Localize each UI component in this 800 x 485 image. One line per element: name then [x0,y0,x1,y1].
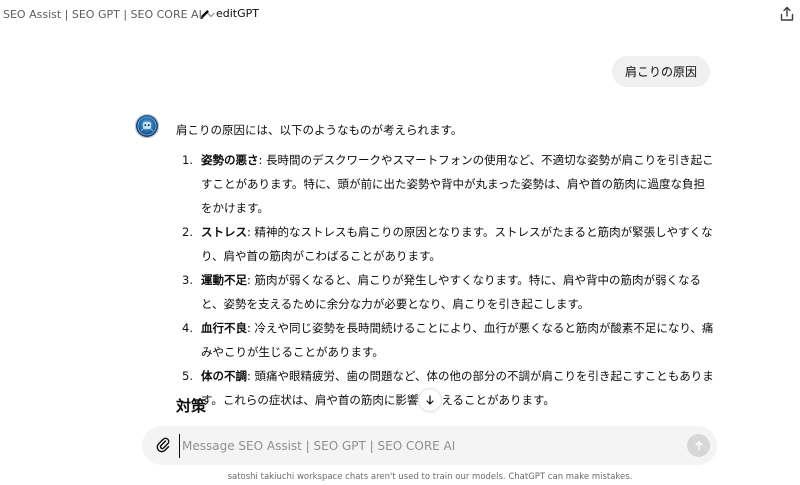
list-number: 1. [182,153,193,167]
message-input[interactable] [179,434,684,458]
list-text: : 長時間のデスクワークやスマートフォンの使用など、不適切な姿勢が肩こりを引き起… [201,153,714,215]
list-item: 4. 血行不良: 冷えや同じ姿勢を長時間続けることにより、血行が悪くなると筋肉が… [176,316,716,364]
user-message-text: 肩こりの原因 [624,65,697,79]
list-number: 5. [182,369,193,383]
pencil-icon [200,9,209,19]
gpt-avatar [135,114,159,138]
list-item: 2. ストレス: 精神的なストレスも肩こりの原因となります。ストレスがたまると筋… [176,220,716,268]
list-item: 3. 運動不足: 筋肉が弱くなると、肩こりが発生しやすくなります。特に、肩や背中… [176,268,716,316]
edit-gpt-button[interactable]: editGPT [199,7,259,20]
list-text: : 冷えや同じ姿勢を長時間続けることにより、血行が悪くなると筋肉が酸素不足になり… [201,321,714,359]
list-item: 5. 体の不調: 頭痛や眼精疲労、歯の問題など、体の他の部分の不調が肩こりを引き… [176,364,716,412]
list-term: 血行不良 [201,321,247,335]
list-term: 姿勢の悪さ [201,153,259,167]
user-message: 肩こりの原因 [611,56,710,87]
robot-logo-icon [137,116,157,136]
causes-list: 1. 姿勢の悪さ: 長時間のデスクワークやスマートフォンの使用など、不適切な姿勢… [176,148,716,412]
arrow-up-icon [694,440,703,451]
edit-gpt-label: editGPT [216,7,259,20]
list-term: 体の不調 [201,369,247,383]
list-item: 1. 姿勢の悪さ: 長時間のデスクワークやスマートフォンの使用など、不適切な姿勢… [176,148,716,220]
list-number: 2. [182,225,193,239]
arrow-down-icon [426,395,434,405]
list-text: : 精神的なストレスも肩こりの原因となります。ストレスがたまると筋肉が緊張しやす… [201,225,713,263]
list-term: 運動不足 [201,273,247,287]
list-number: 3. [182,273,193,287]
model-name: SEO Assist | SEO GPT | SEO CORE AI [3,8,202,21]
answer-intro: 肩こりの原因には、以下のようなものが考えられます。 [176,123,463,137]
list-number: 4. [182,321,193,335]
section-heading: 対策 [176,397,207,415]
top-bar: SEO Assist | SEO GPT | SEO CORE AI editG… [0,0,800,30]
scroll-to-bottom-button[interactable] [418,388,442,412]
message-composer [142,426,717,465]
assistant-message: 肩こりの原因には、以下のようなものが考えられます。 1. 姿勢の悪さ: 長時間の… [176,118,716,412]
paperclip-icon[interactable] [154,436,172,454]
list-text: : 頭痛や眼精疲労、歯の問題など、体の他の部分の不調が肩こりを引き起こすこともあ… [201,369,714,407]
list-text: : 筋肉が弱くなると、肩こりが発生しやすくなります。特に、肩や背中の筋肉が弱くな… [201,273,701,311]
model-switcher[interactable]: SEO Assist | SEO GPT | SEO CORE AI [3,8,216,21]
disclaimer-note: satoshi takiuchi workspace chats aren't … [227,472,633,482]
share-icon[interactable] [778,5,796,23]
send-button[interactable] [687,434,710,457]
list-term: ストレス [201,225,247,239]
